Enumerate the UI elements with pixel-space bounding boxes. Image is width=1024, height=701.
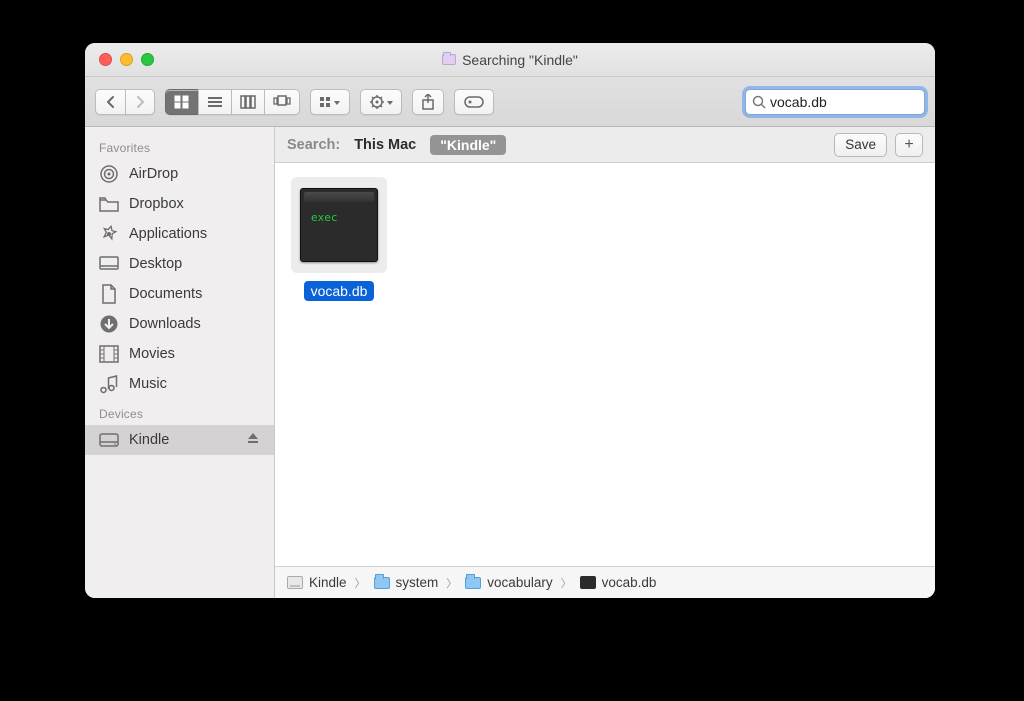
search-field[interactable]: ✕ (745, 89, 925, 115)
path-crumb-system[interactable]: system (374, 575, 439, 590)
add-criteria-button[interactable]: + (895, 133, 923, 157)
main-pane: Search: This Mac "Kindle" Save + exec vo… (275, 127, 935, 598)
sidebar-item-desktop[interactable]: Desktop (85, 249, 274, 279)
tags-button[interactable] (454, 89, 494, 115)
path-crumb-vocab-db[interactable]: vocab.db (580, 575, 657, 590)
view-buttons (165, 89, 300, 115)
sidebar-item-music[interactable]: Music (85, 369, 274, 399)
file-label: vocab.db (304, 281, 375, 301)
window-title-text: Searching "Kindle" (462, 52, 578, 68)
sidebar-item-label: AirDrop (129, 166, 178, 182)
action-button[interactable] (360, 89, 402, 115)
sidebar-heading-devices: Devices (85, 399, 274, 425)
back-button[interactable] (95, 89, 125, 115)
search-icon (752, 95, 766, 109)
sidebar-item-label: Downloads (129, 316, 201, 332)
chevron-right-icon: 〉 (355, 575, 366, 591)
close-button[interactable] (99, 53, 112, 66)
sidebar-item-movies[interactable]: Movies (85, 339, 274, 369)
path-label: vocabulary (487, 575, 552, 590)
arrange-button[interactable] (310, 89, 350, 115)
share-button[interactable] (412, 89, 444, 115)
path-crumb-kindle[interactable]: Kindle (287, 575, 347, 590)
disk-icon (287, 576, 303, 589)
eject-button[interactable] (246, 431, 260, 449)
airdrop-icon (99, 164, 119, 184)
search-label: Search: (287, 137, 340, 153)
applications-icon (99, 224, 119, 244)
forward-button[interactable] (125, 89, 155, 115)
results-area[interactable]: exec vocab.db (275, 163, 935, 566)
sidebar: Favorites AirDrop Dropbox Applications (85, 127, 275, 598)
sidebar-item-label: Dropbox (129, 196, 184, 212)
path-label: Kindle (309, 575, 347, 590)
folder-icon (99, 194, 119, 214)
icon-view-button[interactable] (165, 89, 198, 115)
sidebar-item-kindle[interactable]: Kindle (85, 425, 274, 455)
window-title: Searching "Kindle" (85, 52, 935, 68)
column-view-button[interactable] (231, 89, 264, 115)
toolbar: ✕ (85, 77, 935, 127)
chevron-right-icon: 〉 (561, 575, 572, 591)
file-icon: exec (291, 177, 387, 273)
scope-this-mac[interactable]: This Mac (354, 137, 416, 153)
folder-icon (374, 577, 390, 589)
save-search-button[interactable]: Save (834, 133, 887, 157)
exec-icon: exec (300, 188, 378, 262)
documents-icon (99, 284, 119, 304)
sidebar-item-label: Desktop (129, 256, 182, 272)
sidebar-item-dropbox[interactable]: Dropbox (85, 189, 274, 219)
disk-icon (99, 430, 119, 450)
sidebar-item-label: Kindle (129, 432, 169, 448)
minimize-button[interactable] (120, 53, 133, 66)
traffic-lights (85, 53, 154, 66)
path-bar: Kindle 〉 system 〉 vocabulary 〉 vocab.db (275, 566, 935, 598)
downloads-icon (99, 314, 119, 334)
sidebar-item-documents[interactable]: Documents (85, 279, 274, 309)
search-input[interactable] (766, 94, 935, 110)
list-view-button[interactable] (198, 89, 231, 115)
path-label: system (396, 575, 439, 590)
sidebar-item-label: Documents (129, 286, 202, 302)
exec-icon (580, 576, 596, 589)
titlebar[interactable]: Searching "Kindle" (85, 43, 935, 77)
folder-icon (442, 54, 456, 65)
path-crumb-vocabulary[interactable]: vocabulary (465, 575, 552, 590)
movies-icon (99, 344, 119, 364)
chevron-right-icon: 〉 (446, 575, 457, 591)
search-scope-bar: Search: This Mac "Kindle" Save + (275, 127, 935, 163)
sidebar-item-label: Applications (129, 226, 207, 242)
finder-window: Searching "Kindle" (85, 43, 935, 598)
sidebar-item-applications[interactable]: Applications (85, 219, 274, 249)
nav-buttons (95, 89, 155, 115)
gallery-view-button[interactable] (264, 89, 300, 115)
file-item-vocab-db[interactable]: exec vocab.db (289, 177, 389, 301)
music-icon (99, 374, 119, 394)
sidebar-heading-favorites: Favorites (85, 133, 274, 159)
sidebar-item-airdrop[interactable]: AirDrop (85, 159, 274, 189)
exec-icon-text: exec (311, 211, 338, 224)
path-label: vocab.db (602, 575, 657, 590)
scope-kindle[interactable]: "Kindle" (430, 135, 506, 155)
folder-icon (465, 577, 481, 589)
sidebar-item-downloads[interactable]: Downloads (85, 309, 274, 339)
sidebar-item-label: Music (129, 376, 167, 392)
fullscreen-button[interactable] (141, 53, 154, 66)
sidebar-item-label: Movies (129, 346, 175, 362)
desktop-icon (99, 254, 119, 274)
